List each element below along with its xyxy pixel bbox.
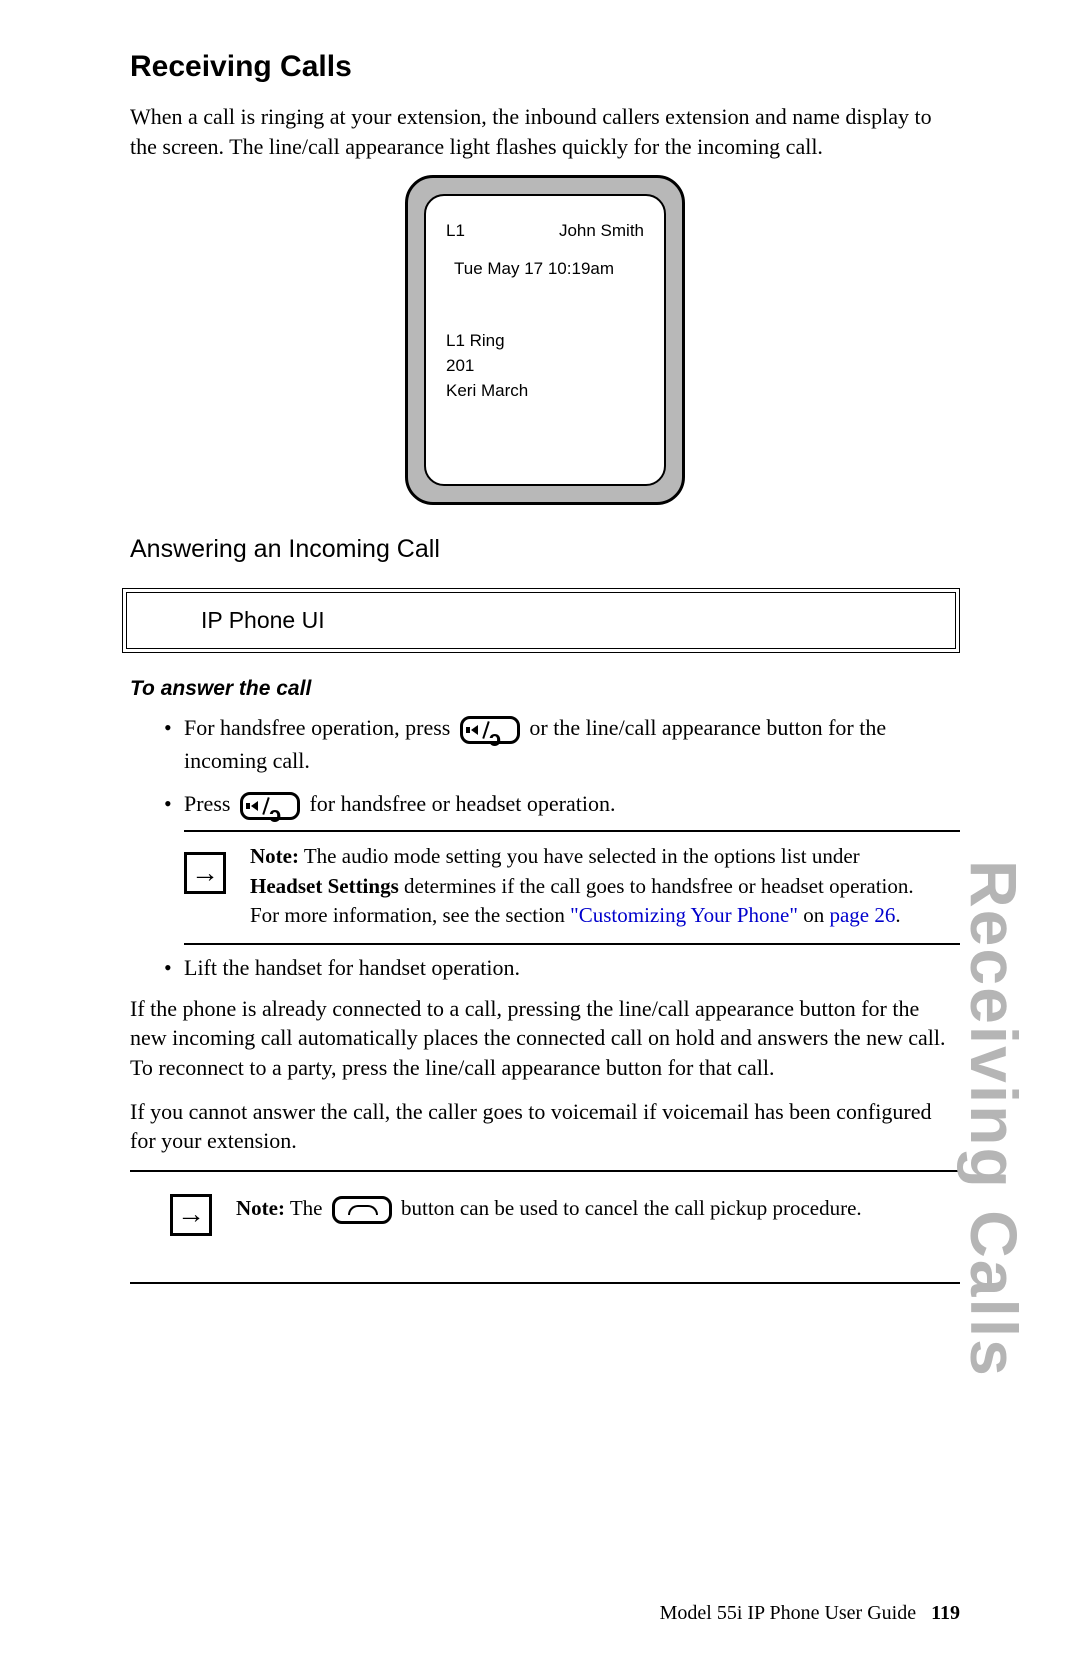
speaker-button-icon: ɔ xyxy=(240,792,300,820)
note-label: Note: xyxy=(250,844,299,868)
bullet-text: For handsfree operation, press xyxy=(184,715,450,740)
divider xyxy=(184,943,960,945)
divider xyxy=(130,1282,960,1284)
phone-illustration: L1 John Smith Tue May 17 10:19am L1 Ring… xyxy=(130,175,960,505)
phone-screen: L1 John Smith Tue May 17 10:19am L1 Ring… xyxy=(424,194,666,486)
page-footer: Model 55i IP Phone User Guide 119 xyxy=(660,1602,960,1625)
note-text-part: on xyxy=(798,903,830,927)
bullet-text: Press xyxy=(184,791,230,816)
paragraph-hold: If the phone is already connected to a c… xyxy=(130,994,960,1083)
subheading-answering: Answering an Incoming Call xyxy=(130,535,960,564)
section-tab-label: Receiving Calls xyxy=(956,860,1032,1378)
arrow-right-icon: → xyxy=(184,852,226,894)
screen-ring-status: L1 Ring xyxy=(446,329,644,354)
screen-caller-name: Keri March xyxy=(446,379,644,404)
bullet-lift-handset: Lift the handset for handset operation. xyxy=(184,951,960,984)
arrow-right-icon: → xyxy=(170,1194,212,1236)
note-text-part: The xyxy=(285,1196,328,1220)
screen-extension: 201 xyxy=(446,354,644,379)
footer-guide-name: Model 55i IP Phone User Guide xyxy=(660,1602,916,1624)
speaker-button-icon: ɔ xyxy=(460,716,520,744)
note-text-part: The audio mode setting you have selected… xyxy=(299,844,860,868)
screen-line-label: L1 xyxy=(446,218,465,244)
footer-page-number: 119 xyxy=(931,1602,960,1624)
paragraph-voicemail: If you cannot answer the call, the calle… xyxy=(130,1097,960,1156)
bullet-text: for handsfree or headset operation. xyxy=(309,791,615,816)
note-audio-mode: → Note: The audio mode setting you have … xyxy=(130,838,960,936)
note-cancel-pickup: → Note: The button can be used to cancel… xyxy=(130,1180,960,1242)
divider xyxy=(184,830,960,832)
ip-phone-ui-box: IP Phone UI xyxy=(122,588,960,653)
bullet-press-speaker: Press ɔ for handsfree or headset operati… xyxy=(184,787,960,820)
link-customizing-phone[interactable]: "Customizing Your Phone" xyxy=(570,903,798,927)
ip-phone-ui-label: IP Phone UI xyxy=(126,592,956,649)
page-heading: Receiving Calls xyxy=(130,50,960,84)
screen-user-name: John Smith xyxy=(559,218,644,244)
link-page-26[interactable]: page 26 xyxy=(829,903,895,927)
note-text-part: . xyxy=(895,903,900,927)
note-bold-headset: Headset Settings xyxy=(250,874,399,898)
divider xyxy=(130,1170,960,1172)
bullet-handsfree: For handsfree operation, press ɔ or the … xyxy=(184,711,960,777)
screen-datetime: Tue May 17 10:19am xyxy=(454,256,644,282)
note-text-part: button can be used to cancel the call pi… xyxy=(401,1196,862,1220)
intro-paragraph: When a call is ringing at your extension… xyxy=(130,102,960,161)
note-label: Note: xyxy=(236,1196,285,1220)
goodbye-button-icon xyxy=(332,1196,392,1224)
to-answer-heading: To answer the call xyxy=(130,677,960,701)
